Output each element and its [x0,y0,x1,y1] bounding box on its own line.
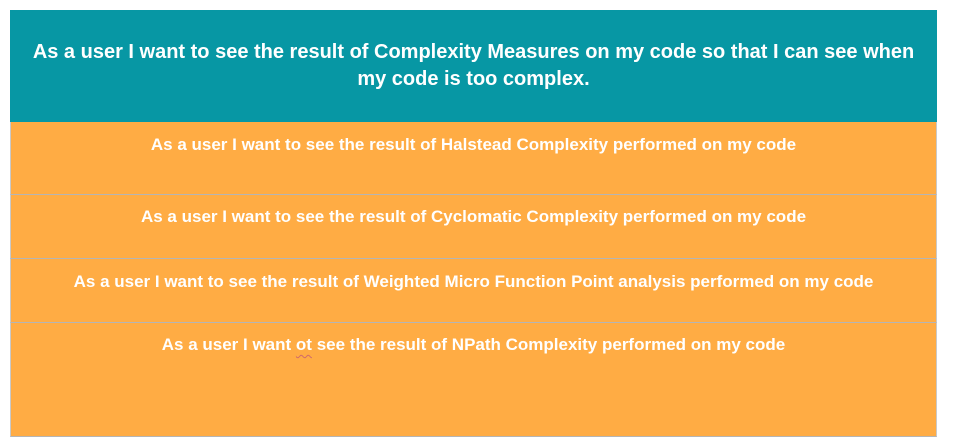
user-story-npath: As a user I want ot see the result of NP… [10,323,937,437]
user-story-text: As a user I want to see the result of Ha… [150,135,797,154]
user-story-text: As a user I want to see the result of Cy… [140,207,807,226]
user-story-cyclomatic: As a user I want to see the result of Cy… [10,195,937,259]
user-story-text-after: see the result of NPath Complexity perfo… [311,335,786,354]
user-story-wmfp: As a user I want to see the result of We… [10,259,937,323]
user-story-text-before: As a user I want [161,335,296,354]
user-story-text: As a user I want to see the result of We… [73,272,874,291]
epic-story-text: As a user I want to see the result of Co… [32,41,915,90]
epic-story-box: As a user I want to see the result of Co… [10,10,937,122]
user-story-halstead: As a user I want to see the result of Ha… [10,122,937,195]
spellcheck-flagged-word: ot [295,335,312,354]
